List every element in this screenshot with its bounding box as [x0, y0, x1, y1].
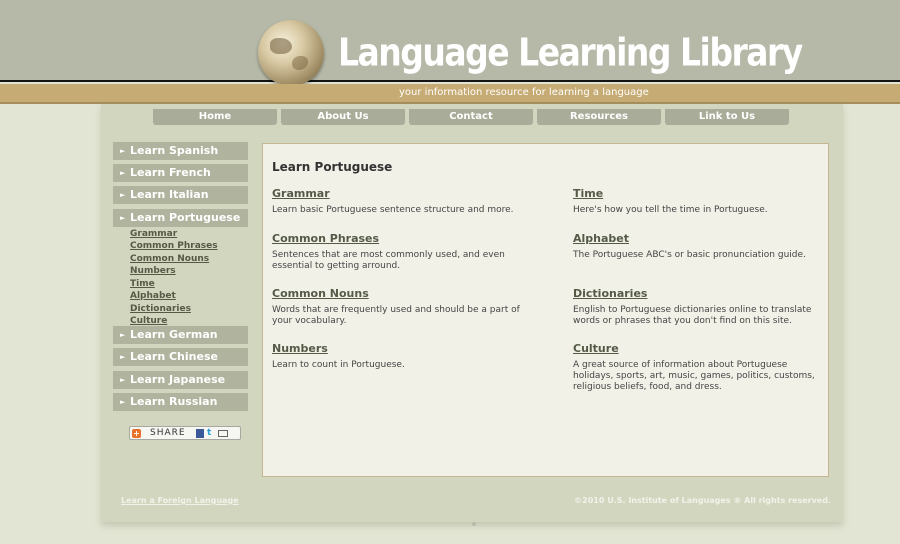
sub-link-culture[interactable]: Culture — [130, 316, 167, 326]
arrow-icon: ► — [120, 147, 126, 155]
sub-link-grammar[interactable]: Grammar — [130, 229, 177, 239]
sub-link-common-nouns[interactable]: Common Nouns — [130, 254, 209, 264]
topic-link[interactable]: Common Phrases — [272, 232, 522, 245]
nav-link-to-us[interactable]: Link to Us — [665, 109, 789, 125]
nav-home[interactable]: Home — [153, 109, 277, 125]
sub-link-dictionaries[interactable]: Dictionaries — [130, 304, 191, 314]
facebook-icon — [196, 429, 204, 438]
arrow-icon: ► — [120, 191, 126, 199]
nav-contact[interactable]: Contact — [409, 109, 533, 125]
arrow-icon: ► — [120, 353, 126, 361]
topic-link[interactable]: Alphabet — [573, 232, 823, 245]
email-icon — [218, 430, 228, 437]
nav-resources[interactable]: Resources — [537, 109, 661, 125]
topic-description: Here's how you tell the time in Portugue… — [573, 205, 768, 215]
nav-about-us[interactable]: About Us — [281, 109, 405, 125]
arrow-icon: ► — [120, 169, 126, 177]
sub-link-time[interactable]: Time — [130, 279, 155, 289]
sidebar-item-label: Learn German — [130, 328, 218, 341]
sidebar-item-chinese[interactable]: ► Learn Chinese — [113, 348, 248, 366]
globe-land-shape — [292, 56, 308, 70]
sidebar-item-spanish[interactable]: ► Learn Spanish — [113, 142, 248, 160]
topic-link[interactable]: Numbers — [272, 342, 522, 355]
arrow-icon: ► — [120, 376, 126, 384]
addthis-plus-icon: + — [132, 429, 141, 438]
topic-common-phrases: Common Phrases Sentences that are most c… — [272, 232, 522, 272]
topic-description: The Portuguese ABC's or basic pronunciat… — [573, 250, 806, 260]
topic-link[interactable]: Time — [573, 187, 823, 200]
topic-link[interactable]: Common Nouns — [272, 287, 522, 300]
arrow-icon: ► — [120, 214, 126, 222]
share-label: SHARE — [150, 428, 186, 438]
sidebar-item-label: Learn Spanish — [130, 144, 219, 157]
page-wrapper: Home About Us Contact Resources Link to … — [101, 104, 843, 522]
sidebar-item-label: Learn Italian — [130, 188, 209, 201]
topic-link[interactable]: Grammar — [272, 187, 522, 200]
topic-description: Words that are frequently used and shoul… — [272, 305, 520, 326]
topic-dictionaries: Dictionaries English to Portuguese dicti… — [573, 287, 823, 327]
globe-logo-icon — [258, 20, 324, 86]
topic-common-nouns: Common Nouns Words that are frequently u… — [272, 287, 522, 327]
site-title: Language Learning Library — [338, 30, 803, 75]
globe-land-shape — [270, 38, 292, 54]
sidebar-item-russian[interactable]: ► Learn Russian — [113, 393, 248, 411]
sub-link-common-phrases[interactable]: Common Phrases — [130, 241, 218, 251]
arrow-icon: ► — [120, 398, 126, 406]
sidebar-item-label: Learn French — [130, 166, 211, 179]
topic-culture: Culture A great source of information ab… — [573, 342, 823, 393]
topic-description: Sentences that are most commonly used, a… — [272, 250, 505, 271]
twitter-icon: t — [207, 428, 212, 438]
site-header: Language Learning Library — [0, 0, 900, 86]
sub-link-alphabet[interactable]: Alphabet — [130, 291, 176, 301]
sidebar-item-portuguese[interactable]: ► Learn Portuguese — [113, 209, 248, 227]
topic-link[interactable]: Dictionaries — [573, 287, 823, 300]
page-title: Learn Portuguese — [272, 160, 393, 174]
topic-time: Time Here's how you tell the time in Por… — [573, 187, 823, 216]
topic-grammar: Grammar Learn basic Portuguese sentence … — [272, 187, 522, 216]
footer-link[interactable]: Learn a Foreign Language — [121, 496, 239, 505]
topic-numbers: Numbers Learn to count in Portuguese. — [272, 342, 522, 371]
topic-description: English to Portuguese dictionaries onlin… — [573, 305, 812, 326]
content-panel: Learn Portuguese Grammar Learn basic Por… — [262, 143, 829, 477]
sidebar-item-french[interactable]: ► Learn French — [113, 164, 248, 182]
sidebar-item-label: Learn Japanese — [130, 373, 226, 386]
topic-description: A great source of information about Port… — [573, 360, 815, 392]
topic-description: Learn basic Portuguese sentence structur… — [272, 205, 514, 215]
topic-alphabet: Alphabet The Portuguese ABC's or basic p… — [573, 232, 823, 261]
topic-link[interactable]: Culture — [573, 342, 823, 355]
topic-description: Learn to count in Portuguese. — [272, 360, 405, 370]
share-button[interactable]: + SHARE t — [129, 426, 241, 440]
arrow-icon: ► — [120, 331, 126, 339]
decorative-dot — [472, 522, 476, 526]
footer-copyright: ©2010 U.S. Institute of Languages ® All … — [574, 496, 831, 505]
site-tagline: your information resource for learning a… — [399, 87, 649, 98]
sidebar-item-label: Learn Chinese — [130, 350, 218, 363]
sub-link-numbers[interactable]: Numbers — [130, 266, 176, 276]
sidebar-item-german[interactable]: ► Learn German — [113, 326, 248, 344]
sidebar-item-label: Learn Russian — [130, 395, 218, 408]
sidebar-item-italian[interactable]: ► Learn Italian — [113, 186, 248, 204]
tagline-bar: your information resource for learning a… — [0, 84, 900, 104]
sidebar-item-japanese[interactable]: ► Learn Japanese — [113, 371, 248, 389]
sidebar-item-label: Learn Portuguese — [130, 211, 241, 224]
